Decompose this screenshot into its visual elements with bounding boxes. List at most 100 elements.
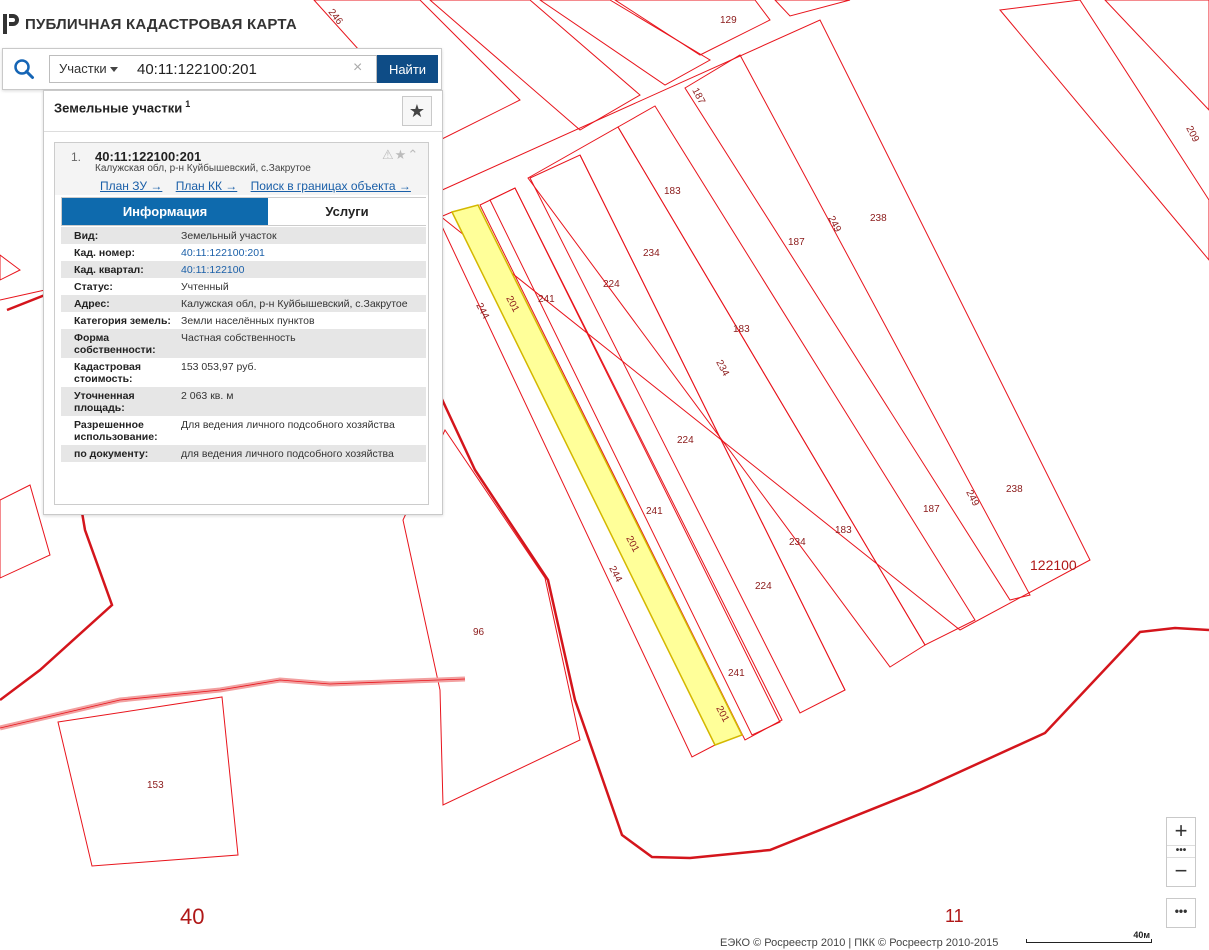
parcel-outline[interactable]	[0, 254, 21, 281]
info-row: Разрешенное использование: Для ведения ли…	[61, 416, 426, 445]
selected-parcel-201[interactable]	[450, 204, 744, 746]
parcel-label: 183	[733, 324, 750, 335]
star-icon: ★	[408, 100, 426, 121]
zoom-in-button[interactable]: +	[1167, 818, 1195, 846]
parcel-label: 209	[1183, 124, 1201, 144]
cad-number-link[interactable]: 40:11:122100:201	[181, 247, 265, 259]
zoom-slider-handle[interactable]: •••	[1167, 845, 1195, 858]
info-key: Кад. номер:	[74, 247, 136, 259]
clear-icon[interactable]: ×	[353, 59, 362, 77]
result-actions: ⚠★⌃	[382, 147, 419, 163]
rosreestr-logo-icon	[3, 14, 19, 34]
parcel-label: 234	[713, 358, 731, 378]
parcel-label: 234	[789, 537, 806, 548]
zoom-control: + ••• −	[1166, 817, 1196, 887]
info-row: Уточненная площадь: 2 063 кв. м	[61, 387, 426, 416]
results-title-text: Земельные участки	[54, 100, 183, 116]
info-key: по документу:	[74, 448, 149, 460]
parcel-outline[interactable]	[479, 187, 783, 741]
search-type-select[interactable]: Участки	[49, 55, 127, 83]
info-row: Кад. номер: 40:11:122100:201	[61, 244, 426, 261]
info-row: Статус: Учтенный	[61, 278, 426, 295]
warning-icon[interactable]: ⚠	[382, 147, 395, 162]
info-key: Форма собственности:	[74, 332, 156, 356]
parcel-label: 241	[728, 668, 745, 679]
parcel-outline[interactable]	[437, 211, 716, 758]
info-key: Кад. квартал:	[74, 264, 144, 276]
info-row: Адрес: Калужская обл, р-н Куйбышевский, с…	[61, 295, 426, 312]
parcel-label: 224	[755, 581, 772, 592]
result-address: Калужская обл, р-н Куйбышевский, с.Закру…	[95, 163, 311, 174]
more-tools-button[interactable]: •••	[1166, 898, 1196, 928]
parcel-outline[interactable]	[429, 0, 641, 131]
chevron-up-icon[interactable]: ⌃	[407, 147, 419, 162]
results-title: Земельные участки 1	[54, 99, 190, 115]
info-row: Форма собственности: Частная собственност…	[61, 329, 426, 358]
parcel-label: 183	[835, 525, 852, 536]
search-input[interactable]	[126, 55, 377, 83]
info-row: по документу: для ведения личного подсобн…	[61, 445, 426, 462]
info-value: Калужская обл, р-н Куйбышевский, с.Закру…	[181, 298, 408, 310]
app-header: ПУБЛИЧНАЯ КАДАСТРОВАЯ КАРТА	[0, 12, 297, 36]
parcel-label: 224	[603, 279, 620, 290]
parcel-label: 249	[963, 488, 981, 508]
info-key: Адрес:	[74, 298, 110, 310]
plan-zu-link[interactable]: План ЗУ →	[100, 179, 162, 193]
result-number: 1.	[71, 150, 82, 164]
info-value: Учтенный	[181, 281, 229, 293]
star-icon[interactable]: ★	[395, 147, 408, 162]
parcel-outline[interactable]	[527, 126, 926, 668]
favorites-button[interactable]: ★	[402, 96, 432, 126]
info-row: Кад. квартал: 40:11:122100	[61, 261, 426, 278]
result-links: План ЗУ → План КК → Поиск в границах объ…	[100, 179, 421, 193]
parcel-label: 187	[923, 504, 940, 515]
results-panel: Земельные участки 1 ★ 1. 40:11:122100:201…	[43, 90, 443, 515]
result-cad-number: 40:11:122100:201	[95, 149, 202, 164]
parcel-outline[interactable]	[489, 187, 781, 736]
cad-quarter-link[interactable]: 40:11:122100	[181, 264, 244, 276]
search-in-bounds-link[interactable]: Поиск в границах объекта →	[251, 179, 411, 193]
parcel-label: 129	[720, 15, 737, 26]
info-value: Частная собственность	[181, 332, 296, 344]
info-row: Категория земель: Земли населённых пункто…	[61, 312, 426, 329]
parcel-outline[interactable]	[539, 0, 711, 86]
parcel-label: 241	[538, 294, 555, 305]
result-card: 1. 40:11:122100:201 Калужская обл, р-н К…	[54, 142, 429, 505]
info-value: Для ведения личного подсобного хозяйства	[181, 419, 395, 431]
plan-kk-link[interactable]: План КК →	[176, 179, 238, 193]
parcel-label: 153	[147, 780, 164, 791]
parcel-label: 96	[473, 627, 485, 638]
info-key: Кадастровая стоимость:	[74, 361, 141, 385]
divider	[44, 131, 442, 132]
find-button[interactable]: Найти	[377, 55, 438, 83]
district-label: 11	[945, 906, 964, 926]
chevron-down-icon	[110, 67, 118, 72]
result-card-header[interactable]: 1. 40:11:122100:201 Калужская обл, р-н К…	[55, 143, 428, 195]
result-tabs: Информация Услуги	[61, 197, 426, 226]
info-value: для ведения личного подсобного хозяйства	[181, 448, 394, 460]
parcel-outline[interactable]	[774, 0, 851, 17]
parcel-label: 183	[664, 186, 681, 197]
results-count: 1	[185, 99, 191, 109]
info-table: Вид: Земельный участок Кад. номер: 40:11:1…	[61, 227, 426, 462]
info-value: Земельный участок	[181, 230, 277, 242]
tab-services[interactable]: Услуги	[268, 198, 426, 225]
tab-info[interactable]: Информация	[62, 198, 268, 225]
info-value: 153 053,97 руб.	[181, 361, 257, 373]
search-icon[interactable]	[13, 58, 35, 80]
parcel-outline[interactable]	[999, 0, 1209, 261]
attribution: ЕЭКО © Росреестр 2010 | ПКК © Росреестр …	[720, 937, 999, 949]
parcel-label: 241	[646, 506, 663, 517]
info-row: Вид: Земельный участок	[61, 227, 426, 244]
parcel-outline[interactable]	[1104, 0, 1209, 111]
parcel-outline[interactable]	[614, 0, 771, 56]
info-key: Уточненная площадь:	[74, 390, 135, 414]
info-key: Категория земель:	[74, 315, 171, 327]
app-title: ПУБЛИЧНАЯ КАДАСТРОВАЯ КАРТА	[25, 15, 297, 33]
parcel-label: 224	[677, 435, 694, 446]
info-value: 2 063 кв. м	[181, 390, 234, 402]
zoom-out-button[interactable]: −	[1167, 858, 1195, 886]
quarter-label: 122100	[1030, 557, 1077, 573]
info-key: Разрешенное использование:	[74, 419, 158, 443]
info-key: Статус:	[74, 281, 113, 293]
